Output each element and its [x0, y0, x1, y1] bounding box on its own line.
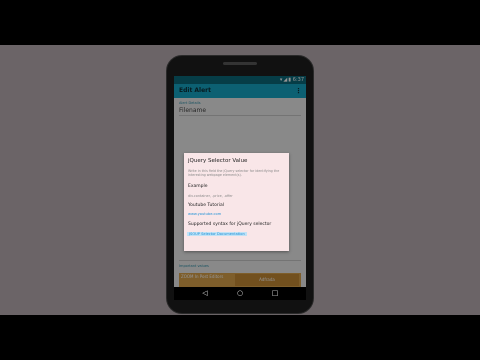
jsoup-docs-link[interactable]: JSOUP Selector Documentation — [187, 232, 247, 236]
phone-frame: ▾◢▮ 6:37 Edit Alert ⋮ Alert Details File… — [166, 55, 314, 314]
youtube-heading: Youtube Tutorial — [188, 203, 224, 208]
help-dialog: jQuery Selector Value Write in this fiel… — [184, 153, 289, 251]
phone-screen: ▾◢▮ 6:37 Edit Alert ⋮ Alert Details File… — [174, 76, 306, 300]
nav-bar: ◁ ○ □ — [174, 287, 306, 300]
video-backdrop: ▾◢▮ 6:37 Edit Alert ⋮ Alert Details File… — [0, 45, 480, 315]
back-icon[interactable]: ◁ — [196, 287, 214, 300]
recent-apps-icon[interactable]: □ — [266, 287, 284, 300]
youtube-link[interactable]: www.youtube.com — [188, 212, 221, 216]
example-text: div.container, .price, .offer — [188, 194, 233, 198]
syntax-heading: Supported syntax for jQuery selector — [188, 222, 272, 227]
phone-speaker — [223, 62, 257, 65]
dialog-description: Write in this field the jQuery selector … — [188, 169, 280, 178]
dialog-title: jQuery Selector Value — [188, 158, 248, 164]
example-heading: Example — [188, 184, 208, 189]
home-icon[interactable]: ○ — [231, 287, 249, 300]
